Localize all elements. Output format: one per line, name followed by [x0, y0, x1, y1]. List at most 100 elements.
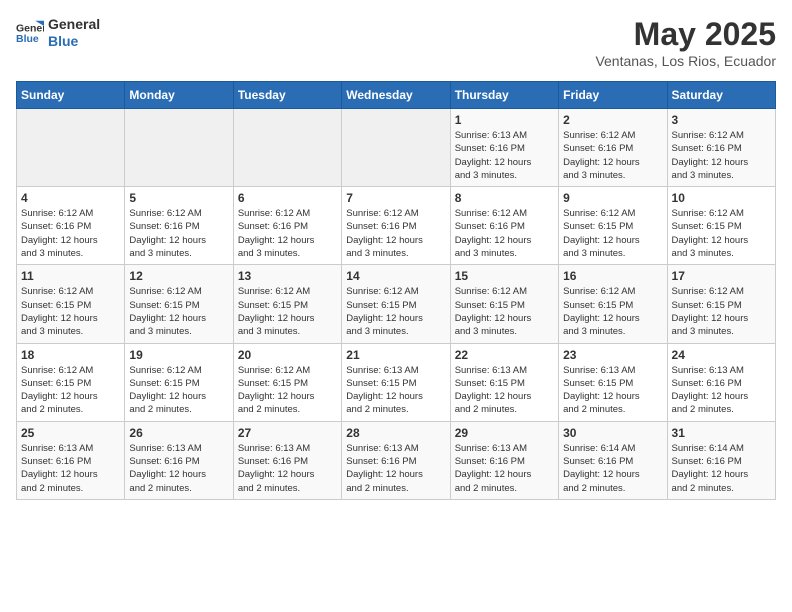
day-info: Sunrise: 6:13 AM Sunset: 6:16 PM Dayligh… [238, 442, 337, 495]
day-number: 12 [129, 269, 228, 283]
calendar-cell [233, 109, 341, 187]
week-row-2: 4 Sunrise: 6:12 AM Sunset: 6:16 PM Daylig… [17, 187, 776, 265]
day-header-tuesday: Tuesday [233, 82, 341, 109]
day-number: 28 [346, 426, 445, 440]
day-info: Sunrise: 6:13 AM Sunset: 6:15 PM Dayligh… [346, 364, 445, 417]
calendar-cell: 5 Sunrise: 6:12 AM Sunset: 6:16 PM Daylig… [125, 187, 233, 265]
day-info: Sunrise: 6:12 AM Sunset: 6:16 PM Dayligh… [455, 207, 554, 260]
day-info: Sunrise: 6:13 AM Sunset: 6:16 PM Dayligh… [129, 442, 228, 495]
day-info: Sunrise: 6:13 AM Sunset: 6:16 PM Dayligh… [346, 442, 445, 495]
calendar-cell [17, 109, 125, 187]
day-number: 24 [672, 348, 771, 362]
day-number: 9 [563, 191, 662, 205]
day-info: Sunrise: 6:12 AM Sunset: 6:15 PM Dayligh… [129, 364, 228, 417]
day-number: 22 [455, 348, 554, 362]
calendar-cell: 18 Sunrise: 6:12 AM Sunset: 6:15 PM Dayli… [17, 343, 125, 421]
day-number: 8 [455, 191, 554, 205]
day-info: Sunrise: 6:12 AM Sunset: 6:16 PM Dayligh… [238, 207, 337, 260]
calendar: SundayMondayTuesdayWednesdayThursdayFrid… [16, 81, 776, 500]
day-info: Sunrise: 6:12 AM Sunset: 6:16 PM Dayligh… [563, 129, 662, 182]
week-row-5: 25 Sunrise: 6:13 AM Sunset: 6:16 PM Dayli… [17, 421, 776, 499]
day-number: 6 [238, 191, 337, 205]
calendar-cell: 29 Sunrise: 6:13 AM Sunset: 6:16 PM Dayli… [450, 421, 558, 499]
location: Ventanas, Los Rios, Ecuador [595, 53, 776, 69]
day-number: 18 [21, 348, 120, 362]
day-number: 2 [563, 113, 662, 127]
calendar-cell: 24 Sunrise: 6:13 AM Sunset: 6:16 PM Dayli… [667, 343, 775, 421]
calendar-cell: 9 Sunrise: 6:12 AM Sunset: 6:15 PM Daylig… [559, 187, 667, 265]
day-info: Sunrise: 6:13 AM Sunset: 6:16 PM Dayligh… [455, 129, 554, 182]
calendar-cell: 12 Sunrise: 6:12 AM Sunset: 6:15 PM Dayli… [125, 265, 233, 343]
day-number: 19 [129, 348, 228, 362]
day-header-sunday: Sunday [17, 82, 125, 109]
calendar-header: SundayMondayTuesdayWednesdayThursdayFrid… [17, 82, 776, 109]
calendar-cell: 30Sunrise: 6:14 AM Sunset: 6:16 PM Dayli… [559, 421, 667, 499]
title-block: May 2025 Ventanas, Los Rios, Ecuador [595, 16, 776, 69]
calendar-cell: 19 Sunrise: 6:12 AM Sunset: 6:15 PM Dayli… [125, 343, 233, 421]
calendar-cell: 22 Sunrise: 6:13 AM Sunset: 6:15 PM Dayli… [450, 343, 558, 421]
calendar-cell: 27 Sunrise: 6:13 AM Sunset: 6:16 PM Dayli… [233, 421, 341, 499]
day-number: 31 [672, 426, 771, 440]
day-number: 29 [455, 426, 554, 440]
day-info: Sunrise: 6:12 AM Sunset: 6:16 PM Dayligh… [672, 129, 771, 182]
day-number: 5 [129, 191, 228, 205]
day-info: Sunrise: 6:12 AM Sunset: 6:15 PM Dayligh… [238, 285, 337, 338]
day-info: Sunrise: 6:13 AM Sunset: 6:15 PM Dayligh… [455, 364, 554, 417]
calendar-cell: 13 Sunrise: 6:12 AM Sunset: 6:15 PM Dayli… [233, 265, 341, 343]
day-number: 21 [346, 348, 445, 362]
calendar-cell: 7Sunrise: 6:12 AM Sunset: 6:16 PM Daylig… [342, 187, 450, 265]
day-number: 25 [21, 426, 120, 440]
day-number: 1 [455, 113, 554, 127]
calendar-cell: 8 Sunrise: 6:12 AM Sunset: 6:16 PM Daylig… [450, 187, 558, 265]
calendar-cell: 1 Sunrise: 6:13 AM Sunset: 6:16 PM Daylig… [450, 109, 558, 187]
day-info: Sunrise: 6:12 AM Sunset: 6:15 PM Dayligh… [563, 207, 662, 260]
calendar-cell: 6 Sunrise: 6:12 AM Sunset: 6:16 PM Daylig… [233, 187, 341, 265]
calendar-cell: 20 Sunrise: 6:12 AM Sunset: 6:15 PM Dayli… [233, 343, 341, 421]
logo: General Blue General Blue [16, 16, 100, 50]
calendar-cell: 31Sunrise: 6:14 AM Sunset: 6:16 PM Dayli… [667, 421, 775, 499]
day-header-saturday: Saturday [667, 82, 775, 109]
calendar-cell: 17Sunrise: 6:12 AM Sunset: 6:15 PM Dayli… [667, 265, 775, 343]
day-info: Sunrise: 6:12 AM Sunset: 6:15 PM Dayligh… [563, 285, 662, 338]
day-info: Sunrise: 6:14 AM Sunset: 6:16 PM Dayligh… [563, 442, 662, 495]
calendar-cell: 3Sunrise: 6:12 AM Sunset: 6:16 PM Daylig… [667, 109, 775, 187]
calendar-cell: 14 Sunrise: 6:12 AM Sunset: 6:15 PM Dayli… [342, 265, 450, 343]
day-info: Sunrise: 6:12 AM Sunset: 6:15 PM Dayligh… [672, 207, 771, 260]
day-number: 4 [21, 191, 120, 205]
calendar-cell: 15Sunrise: 6:12 AM Sunset: 6:15 PM Dayli… [450, 265, 558, 343]
logo-icon: General Blue [16, 19, 44, 47]
month-title: May 2025 [595, 16, 776, 53]
calendar-cell: 21 Sunrise: 6:13 AM Sunset: 6:15 PM Dayli… [342, 343, 450, 421]
day-header-monday: Monday [125, 82, 233, 109]
day-info: Sunrise: 6:13 AM Sunset: 6:16 PM Dayligh… [455, 442, 554, 495]
day-info: Sunrise: 6:13 AM Sunset: 6:16 PM Dayligh… [672, 364, 771, 417]
day-info: Sunrise: 6:12 AM Sunset: 6:15 PM Dayligh… [672, 285, 771, 338]
day-info: Sunrise: 6:12 AM Sunset: 6:15 PM Dayligh… [129, 285, 228, 338]
day-info: Sunrise: 6:12 AM Sunset: 6:16 PM Dayligh… [21, 207, 120, 260]
day-number: 14 [346, 269, 445, 283]
day-info: Sunrise: 6:12 AM Sunset: 6:16 PM Dayligh… [129, 207, 228, 260]
calendar-cell: 11Sunrise: 6:12 AM Sunset: 6:15 PM Dayli… [17, 265, 125, 343]
calendar-cell: 10Sunrise: 6:12 AM Sunset: 6:15 PM Dayli… [667, 187, 775, 265]
week-row-4: 18 Sunrise: 6:12 AM Sunset: 6:15 PM Dayli… [17, 343, 776, 421]
calendar-cell: 16Sunrise: 6:12 AM Sunset: 6:15 PM Dayli… [559, 265, 667, 343]
day-number: 11 [21, 269, 120, 283]
calendar-cell [125, 109, 233, 187]
day-info: Sunrise: 6:12 AM Sunset: 6:15 PM Dayligh… [346, 285, 445, 338]
day-info: Sunrise: 6:12 AM Sunset: 6:15 PM Dayligh… [238, 364, 337, 417]
day-header-thursday: Thursday [450, 82, 558, 109]
calendar-cell [342, 109, 450, 187]
day-number: 27 [238, 426, 337, 440]
day-number: 23 [563, 348, 662, 362]
week-row-1: 1 Sunrise: 6:13 AM Sunset: 6:16 PM Daylig… [17, 109, 776, 187]
day-header-friday: Friday [559, 82, 667, 109]
day-number: 20 [238, 348, 337, 362]
logo-line1: General [48, 16, 100, 33]
day-info: Sunrise: 6:12 AM Sunset: 6:15 PM Dayligh… [21, 364, 120, 417]
calendar-cell: 4 Sunrise: 6:12 AM Sunset: 6:16 PM Daylig… [17, 187, 125, 265]
day-info: Sunrise: 6:12 AM Sunset: 6:16 PM Dayligh… [346, 207, 445, 260]
calendar-cell: 2 Sunrise: 6:12 AM Sunset: 6:16 PM Daylig… [559, 109, 667, 187]
day-number: 15 [455, 269, 554, 283]
day-number: 13 [238, 269, 337, 283]
day-header-wednesday: Wednesday [342, 82, 450, 109]
